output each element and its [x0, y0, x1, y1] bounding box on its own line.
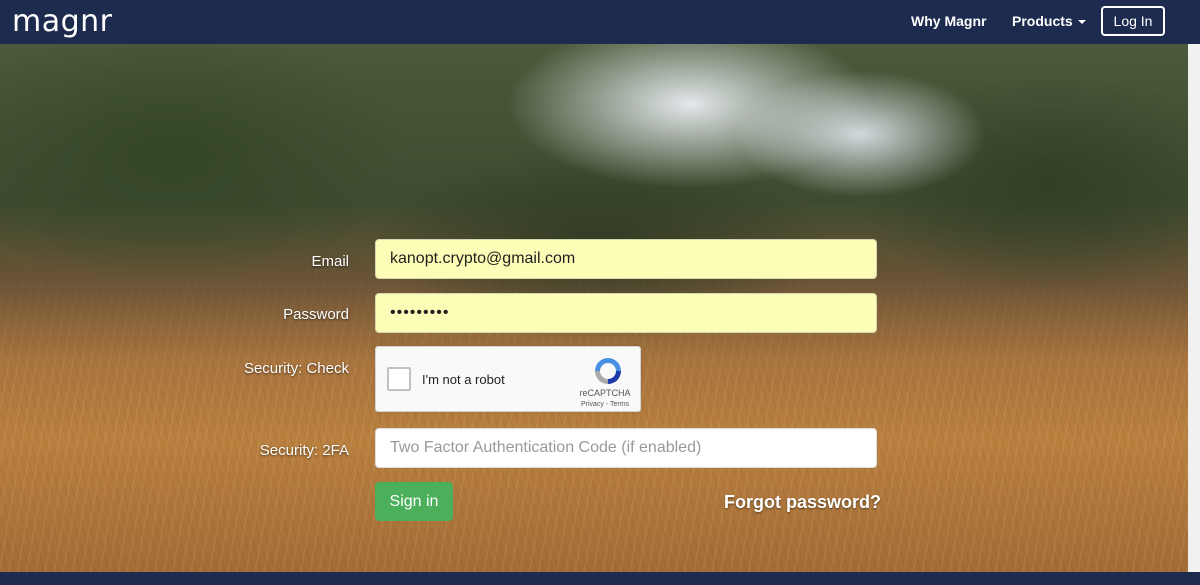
twofa-code-field[interactable] — [375, 428, 877, 468]
password-label: Password — [283, 306, 349, 323]
recaptcha-label: I'm not a robot — [422, 372, 505, 387]
login-button[interactable]: Log In — [1101, 6, 1165, 36]
page-scrollbar[interactable] — [1188, 44, 1200, 572]
email-label: Email — [311, 253, 349, 270]
top-navbar: magnr Why Magnr Products Log In — [0, 0, 1200, 44]
security-check-label: Security: Check — [243, 360, 349, 377]
recaptcha-checkbox[interactable] — [387, 367, 411, 391]
nav-why-magnr[interactable]: Why Magnr — [911, 13, 986, 29]
forgot-password-link[interactable]: Forgot password? — [724, 492, 881, 513]
nav-products-dropdown[interactable]: Products — [1012, 13, 1086, 29]
email-field[interactable] — [375, 239, 877, 279]
security-2fa-label: Security: 2FA — [259, 442, 349, 459]
nav-products-label: Products — [1012, 13, 1073, 29]
recaptcha-logo-icon — [595, 358, 621, 384]
password-field[interactable] — [375, 293, 877, 333]
caret-down-icon — [1077, 20, 1086, 25]
footer-strip — [0, 572, 1200, 585]
recaptcha-brand: reCAPTCHA — [579, 388, 631, 398]
recaptcha-widget: I'm not a robot reCAPTCHA Privacy - Term… — [375, 346, 641, 412]
magnr-logo[interactable]: magnr — [12, 4, 113, 39]
sign-in-button[interactable]: Sign in — [375, 482, 453, 521]
recaptcha-privacy-terms[interactable]: Privacy - Terms — [572, 401, 638, 408]
